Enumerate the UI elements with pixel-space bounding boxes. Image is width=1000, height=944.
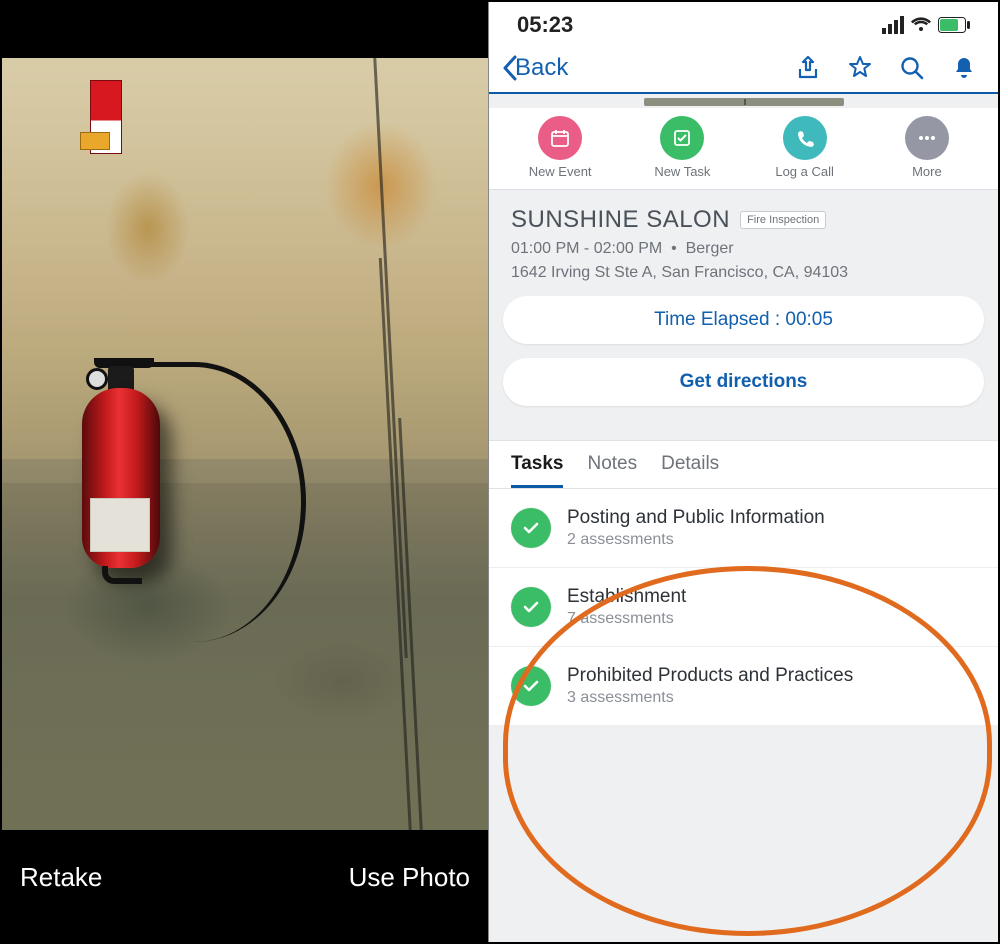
time-elapsed-pill[interactable]: Time Elapsed : 00:05: [503, 296, 984, 344]
task-title: Prohibited Products and Practices: [567, 665, 853, 687]
tab-details[interactable]: Details: [661, 453, 719, 488]
camera-bottom-bar: Retake Use Photo: [2, 830, 488, 942]
get-directions-button[interactable]: Get directions: [503, 358, 984, 406]
record-time-owner: 01:00 PM - 02:00 PM • Berger: [511, 240, 976, 258]
extinguisher-gauge: [86, 368, 108, 390]
quick-action-log-a-call[interactable]: Log a Call: [760, 116, 850, 179]
task-subtitle: 3 assessments: [567, 689, 853, 707]
camera-top-bar: [2, 2, 488, 58]
checklist-icon: [660, 116, 704, 160]
status-time: 05:23: [517, 12, 573, 38]
checkmark-icon: [511, 666, 551, 706]
screenshot-frame: Retake Use Photo 05:23 Back: [0, 0, 1000, 944]
quick-action-new-event[interactable]: New Event: [515, 116, 605, 179]
checkmark-icon: [511, 587, 551, 627]
fire-sign-small: [80, 132, 110, 150]
wifi-icon: [910, 16, 932, 34]
star-icon[interactable]: [846, 54, 874, 82]
dots-icon: [905, 116, 949, 160]
back-label: Back: [515, 54, 568, 82]
share-icon[interactable]: [794, 54, 822, 82]
back-button[interactable]: Back: [501, 54, 568, 82]
task-title: Posting and Public Information: [567, 507, 825, 529]
app-panel: 05:23 Back: [489, 2, 998, 942]
scroll-indicator: [489, 98, 998, 108]
record-type-tag: Fire Inspection: [740, 211, 826, 229]
record-address: 1642 Irving St Ste A, San Francisco, CA,…: [511, 264, 976, 282]
task-subtitle: 7 assessments: [567, 610, 686, 628]
task-row[interactable]: Prohibited Products and Practices 3 asses…: [489, 647, 998, 726]
battery-icon: [938, 17, 970, 33]
cellular-signal-icon: [882, 16, 904, 34]
phone-icon: [783, 116, 827, 160]
extinguisher-stand: [102, 566, 142, 584]
retake-button[interactable]: Retake: [20, 862, 102, 893]
captured-photo: [2, 58, 488, 830]
quick-action-new-task[interactable]: New Task: [637, 116, 727, 179]
nav-bar: Back: [489, 48, 998, 94]
calendar-icon: [538, 116, 582, 160]
bell-icon[interactable]: [950, 54, 978, 82]
tasks-list: Posting and Public Information 2 assessme…: [489, 489, 998, 726]
record-header: SUNSHINE SALON Fire Inspection 01:00 PM …: [489, 190, 998, 296]
camera-capture-panel: Retake Use Photo: [2, 2, 489, 942]
task-title: Establishment: [567, 586, 686, 608]
tabs-row: Tasks Notes Details: [489, 440, 998, 489]
task-row[interactable]: Posting and Public Information 2 assessme…: [489, 489, 998, 568]
checkmark-icon: [511, 508, 551, 548]
task-subtitle: 2 assessments: [567, 531, 825, 549]
quick-actions-row: New Event New Task Log a Call More: [489, 108, 998, 190]
quick-action-more[interactable]: More: [882, 116, 972, 179]
extinguisher-body: [82, 388, 160, 568]
quick-action-label: More: [912, 164, 942, 179]
search-icon[interactable]: [898, 54, 926, 82]
quick-action-label: New Event: [529, 164, 592, 179]
fire-extinguisher: [82, 338, 170, 578]
use-photo-button[interactable]: Use Photo: [349, 862, 470, 893]
status-bar: 05:23: [489, 2, 998, 48]
tab-tasks[interactable]: Tasks: [511, 453, 563, 488]
task-row[interactable]: Establishment 7 assessments: [489, 568, 998, 647]
record-title: SUNSHINE SALON: [511, 206, 730, 234]
quick-action-label: New Task: [654, 164, 710, 179]
quick-action-label: Log a Call: [775, 164, 834, 179]
extinguisher-label: [90, 498, 150, 552]
tab-notes[interactable]: Notes: [587, 453, 637, 488]
